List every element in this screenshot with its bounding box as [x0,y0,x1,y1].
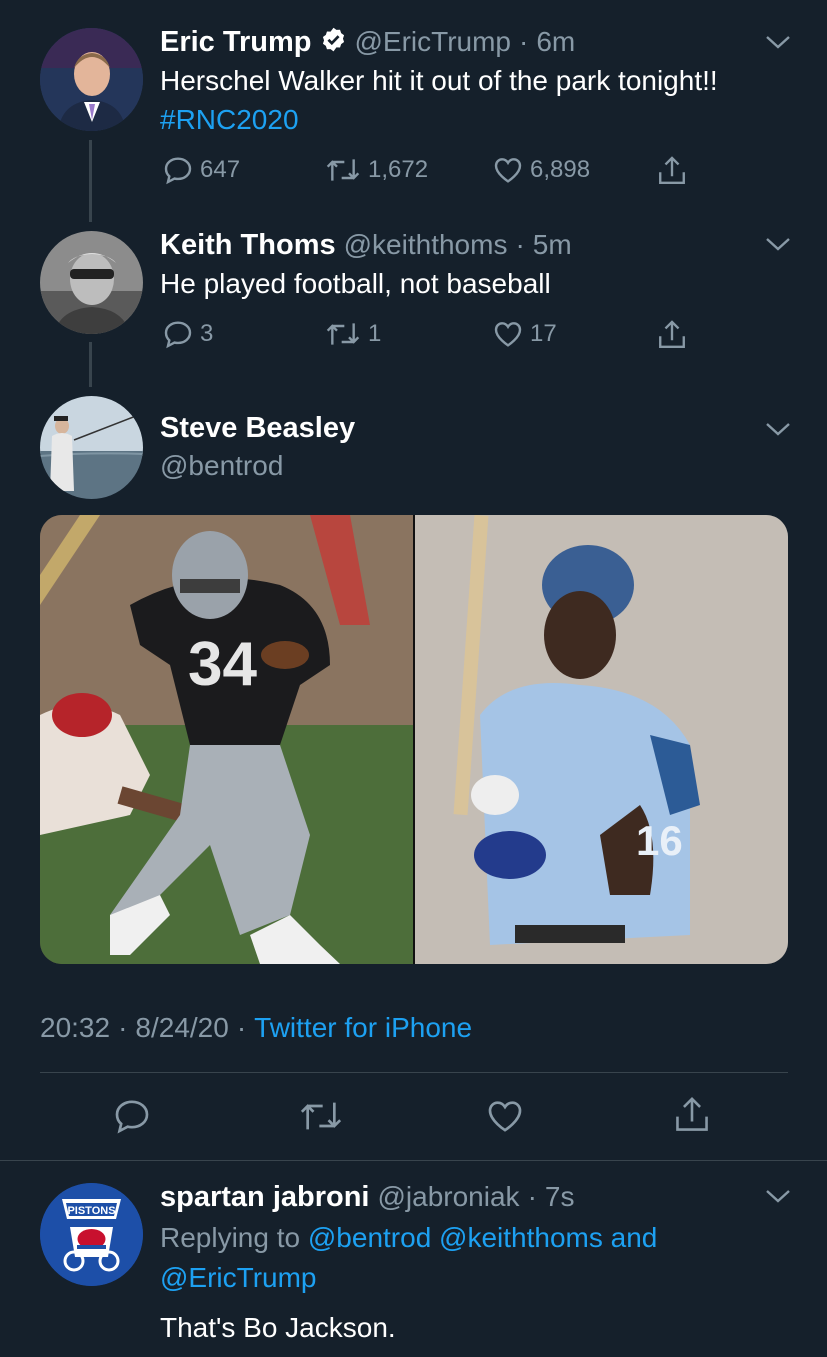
timestamp-time: 20:32 [40,1012,111,1043]
like-button[interactable]: 17 [492,318,557,350]
author-name[interactable]: Steve Beasley [160,412,355,445]
replying-to-label: Replying to [160,1222,301,1253]
media-image-collage: 34 16 [40,515,788,964]
retweet-button[interactable]: 1,672 [324,154,428,186]
avatar-text: PISTONS [67,1205,115,1217]
mention-link[interactable]: @bentrod [308,1222,431,1253]
tweet-time[interactable]: 7s [545,1181,575,1213]
reply-count: 3 [200,320,214,347]
thread-connector [89,140,92,222]
like-icon [488,1101,522,1132]
like-count: 6,898 [530,156,591,183]
tweet-text: That's Bo Jackson. [160,1312,396,1343]
author-handle[interactable]: @keiththoms [344,229,508,261]
reply-button[interactable] [112,1096,152,1141]
avatar-spartan-jabroni[interactable]: PISTONS [40,1183,143,1286]
separator-dot: · [527,1181,537,1212]
jersey-number-left: 34 [188,630,257,699]
retweet-button[interactable] [297,1096,345,1141]
like-icon [494,322,522,347]
divider [40,1072,788,1073]
share-button[interactable] [656,154,688,188]
author-name[interactable]: Keith Thoms [160,229,336,262]
retweet-count: 1,672 [368,156,429,183]
separator-dot: · [515,229,525,260]
retweet-icon [300,1102,342,1130]
chevron-down-icon[interactable] [765,421,791,437]
tweet-time[interactable]: 5m [533,229,572,261]
reply-icon [115,1100,149,1134]
retweet-button[interactable]: 1 [324,318,381,350]
retweet-count: 1 [368,320,382,347]
reply-count: 647 [200,156,241,183]
tweet-text: He played football, not baseball [160,268,551,299]
author-name[interactable]: Eric Trump [160,26,312,59]
jersey-number-right: 16 [636,817,683,864]
source-link[interactable]: Twitter for iPhone [254,1012,472,1044]
share-button[interactable] [672,1094,712,1141]
retweet-icon [326,323,360,345]
author-handle[interactable]: @EricTrump [355,26,512,58]
mention-link[interactable]: @EricTrump [160,1259,317,1297]
separator-dot: · [118,1012,128,1043]
avatar-photo [40,28,143,131]
avatar-photo [40,231,143,334]
reply-icon [164,321,192,349]
timestamp-date: 8/24/20 [135,1012,229,1043]
hashtag-link[interactable]: #RNC2020 [160,101,299,139]
like-button[interactable] [485,1096,525,1141]
share-icon [659,320,685,348]
tweet-media[interactable]: 34 16 [40,515,788,964]
reply-button[interactable]: 647 [162,154,240,186]
tweet-timestamp: 20:32 · 8/24/20 · Twitter for iPhone [40,1012,472,1044]
replying-to: Replying to @bentrod @keiththoms and [160,1217,657,1259]
share-button[interactable] [656,318,688,352]
tweet-text: Herschel Walker hit it out of the park t… [160,65,718,96]
mention-and[interactable]: and [611,1222,658,1253]
author-handle[interactable]: @jabroniak [378,1181,520,1213]
reply-icon [164,157,192,185]
verified-icon [320,26,347,58]
divider [0,1160,827,1161]
reply-button[interactable]: 3 [162,318,213,350]
author-name[interactable]: spartan jabroni [160,1181,370,1214]
chevron-down-icon[interactable] [765,236,791,252]
avatar-photo [40,396,143,499]
avatar-steve-beasley[interactable] [40,396,143,499]
mention-link[interactable]: @keiththoms [439,1222,603,1253]
share-icon [676,1097,708,1131]
avatar-eric-trump[interactable] [40,28,143,131]
separator-dot: · [519,26,529,57]
chevron-down-icon[interactable] [765,1188,791,1204]
like-button[interactable]: 6,898 [492,154,590,186]
tweet-time[interactable]: 6m [536,26,575,58]
chevron-down-icon[interactable] [765,34,791,50]
like-count: 17 [530,320,557,347]
retweet-icon [326,159,360,181]
like-icon [494,158,522,183]
thread-connector [89,342,92,387]
avatar-keith-thoms[interactable] [40,231,143,334]
author-handle[interactable]: @bentrod [160,450,283,482]
separator-dot: · [236,1012,247,1043]
pistons-logo-icon: PISTONS [40,1183,143,1286]
share-icon [659,156,685,184]
